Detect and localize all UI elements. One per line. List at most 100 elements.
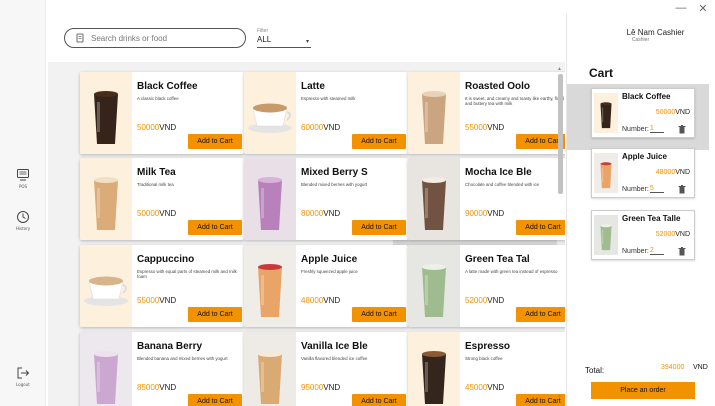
product-name: Milk Tea (137, 167, 176, 178)
product-card[interactable]: Mixed Berry S Blended mixed berries with … (244, 158, 408, 240)
top-bar: Search drinks or food Filter ALL ▾ (46, 14, 565, 60)
product-card[interactable]: Black Coffee A classic black coffee 50000V… (80, 72, 244, 154)
product-scrollbar[interactable]: ▲ ▼ (555, 66, 565, 402)
place-order-button[interactable]: Place an order (591, 382, 695, 399)
price-currency: VND (323, 209, 341, 218)
total-value: 394000 (661, 364, 685, 371)
add-to-cart-button[interactable]: Add to Cart (188, 134, 242, 149)
nav-item-logout[interactable]: Logout (0, 366, 46, 387)
product-card[interactable]: Green Tea Tal A latte made with green tea… (408, 245, 565, 327)
nav-item-history[interactable]: History (0, 210, 46, 231)
product-description: Freshly squeezed apple juice (301, 269, 358, 274)
product-price: 50000VND (137, 209, 176, 218)
trash-icon[interactable] (678, 247, 686, 256)
product-name: Latte (301, 81, 325, 92)
black-coffee-image (80, 72, 132, 154)
user-info: Lê Nam Cashier Cashier (567, 28, 715, 43)
cart-total: Total: 394000 VND (585, 364, 709, 376)
price-value: 60000 (301, 123, 324, 132)
product-card[interactable]: Apple Juice Freshly squeezed apple juice 4… (244, 245, 408, 327)
cart-price-currency: VND (675, 109, 690, 116)
cart-item-quantity: Number: 1 (622, 125, 664, 133)
product-description: Chocolate and coffee blended with ice (465, 182, 540, 187)
add-to-cart-button[interactable]: Add to Cart (352, 134, 406, 149)
cart-item[interactable]: Apple Juice 48000VND Number: 5 (591, 148, 695, 198)
quantity-input[interactable]: 5 (649, 185, 664, 193)
chevron-down-icon: ▾ (305, 39, 309, 45)
quantity-input[interactable]: 2 (649, 247, 664, 255)
cart-price-currency: VND (675, 169, 690, 176)
price-currency: VND (159, 123, 177, 132)
price-value: 55000 (465, 123, 488, 132)
product-description: A classic black coffee (137, 96, 179, 101)
price-currency: VND (159, 296, 177, 305)
price-value: 50000 (137, 123, 160, 132)
add-to-cart-button[interactable]: Add to Cart (352, 220, 406, 235)
product-name: Cappuccino (137, 254, 195, 265)
add-to-cart-button[interactable]: Add to Cart (188, 394, 242, 406)
nav-label-history: History (15, 226, 31, 231)
product-description: A latte made with green tea instead of e… (465, 269, 558, 274)
apple-juice-image (594, 153, 618, 193)
price-currency: VND (487, 123, 505, 132)
quantity-label: Number: (622, 125, 649, 133)
filter-value: ALL (257, 35, 272, 44)
user-role: Cashier (631, 37, 650, 43)
cart-item[interactable]: Black Coffee 50000VND Number: 1 (591, 88, 695, 138)
trash-icon[interactable] (678, 185, 686, 194)
add-to-cart-button[interactable]: Add to Cart (352, 307, 406, 322)
vanilla-image (244, 332, 296, 406)
nav-rail: POS History Logout (0, 0, 46, 406)
quantity-input[interactable]: 1 (649, 125, 664, 133)
espresso-image (408, 332, 460, 406)
price-value: 52000 (465, 296, 488, 305)
add-to-cart-button[interactable]: Add to Cart (188, 307, 242, 322)
product-description: Espresso with equal parts of steamed mil… (137, 269, 237, 280)
filter-caption: Filter (257, 28, 269, 34)
milk-tea-image (80, 158, 132, 240)
cart-item-price: 52000VND (656, 231, 690, 238)
scroll-up-icon[interactable]: ▲ (557, 66, 562, 72)
cart-item-name: Green Tea Talle (622, 214, 681, 223)
product-grid: Black Coffee A classic black coffee 50000V… (48, 62, 565, 406)
filter-select[interactable]: Filter ALL ▾ (257, 28, 311, 48)
cart-item-name: Black Coffee (622, 92, 671, 101)
product-card[interactable]: Espresso Strong black coffee 45000VND Add t… (408, 332, 565, 406)
cart-item-name: Apple Juice (622, 152, 667, 161)
cart-item[interactable]: Green Tea Talle 52000VND Number: 2 (591, 210, 695, 260)
clock-icon (17, 211, 29, 223)
nav-item-pos[interactable]: POS (0, 168, 46, 189)
product-description: Traditional milk tea (137, 182, 174, 187)
product-card[interactable]: Banana Berry Blended banana and mixed ber… (80, 332, 244, 406)
product-card[interactable]: Vanilla Ice Ble Vanilla flavored blended … (244, 332, 408, 406)
nav-label-logout: Logout (16, 382, 30, 387)
price-currency: VND (487, 209, 505, 218)
search-input[interactable]: Search drinks or food (64, 28, 246, 48)
product-name: Apple Juice (301, 254, 358, 265)
cart-item-price: 50000VND (656, 109, 690, 116)
scroll-thumb[interactable] (558, 74, 563, 194)
product-price: 90000VND (465, 209, 504, 218)
trash-icon[interactable] (678, 125, 686, 134)
cart-panel: Lê Nam Cashier Cashier Cart Black Coffee… (566, 14, 715, 406)
price-currency: VND (323, 383, 341, 392)
product-card[interactable]: Latte Espresso with steamed milk 60000VND A… (244, 72, 408, 154)
green-tea-image (408, 245, 460, 327)
cart-item-quantity: Number: 5 (622, 185, 664, 193)
cart-price-value: 50000 (655, 109, 676, 116)
price-value: 48000 (301, 296, 324, 305)
scroll-down-icon[interactable]: ▼ (557, 394, 562, 400)
product-name: Green Tea Tal (465, 254, 530, 265)
product-card[interactable]: Roasted Oolo It is sweet, and creamy and … (408, 72, 565, 154)
product-description: Strong black coffee (465, 356, 503, 361)
banana-berry-image (80, 332, 132, 406)
product-card[interactable]: Milk Tea Traditional milk tea 50000VND Add … (80, 158, 244, 240)
product-card[interactable]: Cappuccino Espresso with equal parts of s… (80, 245, 244, 327)
add-to-cart-button[interactable]: Add to Cart (188, 220, 242, 235)
product-card[interactable]: Mocha Ice Ble Chocolate and coffee blende… (408, 158, 565, 240)
add-to-cart-button[interactable]: Add to Cart (352, 394, 406, 406)
price-value: 55000 (137, 296, 160, 305)
price-value: 50000 (137, 209, 160, 218)
product-name: Mixed Berry S (301, 167, 368, 178)
product-name: Black Coffee (137, 81, 198, 92)
